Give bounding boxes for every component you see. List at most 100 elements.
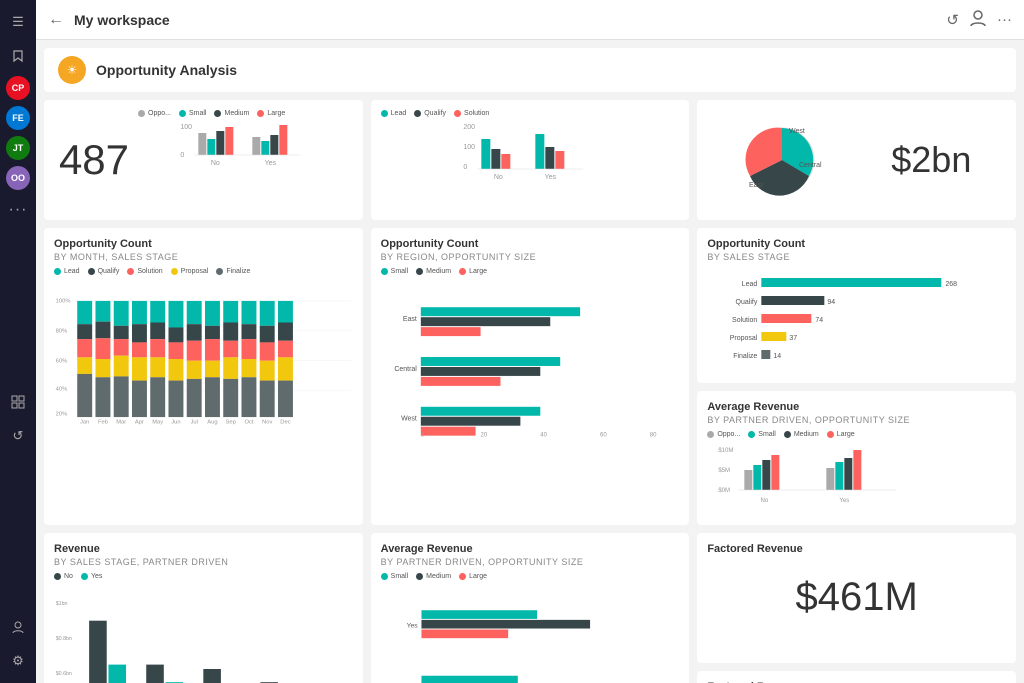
svg-text:Yes: Yes: [406, 623, 418, 630]
avg-rev-subtitle: BY PARTNER DRIVEN, OPPORTUNITY SIZE: [707, 415, 1006, 425]
legend-small-av: Small: [381, 573, 409, 580]
card-revenue-stage: Revenue BY SALES STAGE, PARTNER DRIVEN N…: [44, 533, 363, 683]
svg-text:No: No: [211, 160, 220, 167]
svg-text:37: 37: [790, 335, 798, 342]
svg-text:Central: Central: [394, 366, 417, 373]
card-avg-revenue-small: Average Revenue BY PARTNER DRIVEN, OPPOR…: [697, 391, 1016, 525]
legend-qualify-m: Qualify: [88, 268, 120, 275]
workspace-title: My workspace: [74, 12, 946, 28]
legend-lead: Lead: [381, 110, 407, 117]
legend-finalize-m: Finalize: [216, 268, 250, 275]
svg-text:East: East: [749, 182, 763, 189]
svg-text:No: No: [494, 174, 503, 181]
small-bar-chart-1: 100 0 No: [138, 119, 353, 191]
avg-rev-title: Average Revenue: [707, 401, 1006, 413]
opp-count-month-title: Opportunity Count: [54, 238, 353, 250]
factored-revenue-title: Factored Revenue: [707, 543, 1006, 555]
main-content: ☀ Opportunity Analysis 487 Oppo... Small…: [36, 40, 1024, 683]
svg-text:100%: 100%: [56, 299, 71, 305]
avg-rev-partner-title: Average Revenue: [381, 543, 680, 555]
avatar-fe[interactable]: FE: [6, 106, 30, 130]
avg-rev-bar-chart: $10M $5M $0M No Yes: [707, 440, 1006, 510]
user-profile-button[interactable]: [969, 9, 987, 31]
legend-medium-ar: Medium: [784, 431, 819, 438]
svg-text:Jan: Jan: [80, 420, 89, 426]
avatar-cp[interactable]: CP: [6, 76, 30, 100]
svg-text:40%: 40%: [56, 387, 68, 393]
svg-text:200: 200: [463, 124, 475, 131]
svg-text:$1bn: $1bn: [56, 601, 68, 607]
svg-text:Jul: Jul: [190, 420, 197, 426]
legend-oppo: Oppo...: [138, 110, 171, 117]
svg-text:Finalize: Finalize: [734, 353, 758, 360]
refresh-icon[interactable]: ↺: [4, 422, 32, 450]
svg-text:0: 0: [180, 152, 184, 159]
card-opp-count-stage: Opportunity Count BY SALES STAGE Lead 26…: [697, 228, 1016, 383]
opp-count-region-title: Opportunity Count: [381, 238, 680, 250]
card-pie-revenue: East West Central $2bn: [697, 100, 1016, 220]
svg-text:80: 80: [649, 433, 656, 439]
svg-text:No: No: [761, 498, 769, 504]
svg-text:Central: Central: [799, 162, 822, 169]
small-bar-chart-2: 200 100 0 No Yes: [381, 119, 676, 191]
card-factored-revenue-size: Factored Revenue BY OPPORTUNITY SIZE $0.…: [697, 671, 1016, 683]
card-sales-stage: Lead Qualify Solution 200 100 0: [371, 100, 690, 220]
factored-revenue-value: $461M: [796, 575, 918, 620]
legend-qualify: Qualify: [414, 110, 446, 117]
svg-text:14: 14: [774, 353, 782, 360]
hamburger-icon[interactable]: ☰: [4, 8, 32, 36]
svg-text:268: 268: [946, 281, 958, 288]
svg-text:Yes: Yes: [544, 174, 556, 181]
revenue-2bn-value: $2bn: [891, 139, 971, 181]
revenue-stage-subtitle: BY SALES STAGE, PARTNER DRIVEN: [54, 557, 353, 567]
avg-rev-partner-subtitle: BY PARTNER DRIVEN, OPPORTUNITY SIZE: [381, 557, 680, 567]
refresh-button[interactable]: ↺: [946, 11, 959, 29]
bookmark-icon[interactable]: [4, 42, 32, 70]
topbar-actions: ↺ ···: [946, 9, 1012, 31]
svg-text:Jun: Jun: [171, 420, 180, 426]
legend-small-ar: Small: [748, 431, 776, 438]
more-options-button[interactable]: ···: [997, 11, 1012, 28]
avatar-jt[interactable]: JT: [6, 136, 30, 160]
svg-text:West: West: [789, 128, 805, 135]
svg-text:74: 74: [816, 317, 824, 324]
svg-text:Proposal: Proposal: [730, 335, 758, 342]
legend-large-r: Large: [459, 268, 487, 275]
svg-text:40: 40: [540, 433, 547, 439]
more-icon[interactable]: ···: [4, 196, 32, 224]
svg-text:100: 100: [180, 124, 192, 131]
opp-count-stage-title: Opportunity Count: [707, 238, 1006, 250]
svg-text:Sep: Sep: [226, 420, 236, 426]
pie-chart: East West Central: [737, 115, 827, 205]
svg-text:60%: 60%: [56, 358, 68, 364]
legend-small: Small: [179, 110, 207, 117]
avg-rev-horiz-chart: Yes No $0M $2M $4M $6M $8M $10M: [381, 584, 680, 683]
svg-text:Yes: Yes: [265, 160, 277, 167]
svg-text:100: 100: [463, 144, 475, 151]
card-factored-revenue: Factored Revenue $461M: [697, 533, 1016, 663]
pages-icon[interactable]: [4, 388, 32, 416]
card-opp-count-region: Opportunity Count BY REGION, OPPORTUNITY…: [371, 228, 690, 525]
svg-text:Lead: Lead: [742, 281, 758, 288]
legend-partner-yes: Yes: [81, 573, 102, 580]
svg-text:Dec: Dec: [280, 420, 290, 426]
legend-large-av: Large: [459, 573, 487, 580]
legend-medium-r: Medium: [416, 268, 451, 275]
legend-proposal-m: Proposal: [171, 268, 209, 275]
card-opp-count-month: Opportunity Count BY MONTH, SALES STAGE …: [44, 228, 363, 525]
legend-partner-no: No: [54, 573, 73, 580]
legend-large: Large: [257, 110, 285, 117]
legend-lead-m: Lead: [54, 268, 80, 275]
avatar-oo[interactable]: OO: [6, 166, 30, 190]
legend-oppo-ar: Oppo...: [707, 431, 740, 438]
svg-text:80%: 80%: [56, 328, 68, 334]
back-button[interactable]: ←: [48, 11, 64, 29]
svg-text:Qualify: Qualify: [736, 299, 758, 306]
svg-text:May: May: [152, 420, 163, 426]
legend-large-ar: Large: [827, 431, 855, 438]
revenue-stage-chart: $1bn $0.8bn $0.6bn $0.4bn $0.2bn $0bn: [54, 584, 353, 683]
card-count-487: 487 Oppo... Small Medium Large 100 0: [44, 100, 363, 220]
settings-icon[interactable]: ⚙: [4, 647, 32, 675]
user-bottom-icon[interactable]: [4, 613, 32, 641]
svg-text:Oct: Oct: [244, 420, 253, 426]
